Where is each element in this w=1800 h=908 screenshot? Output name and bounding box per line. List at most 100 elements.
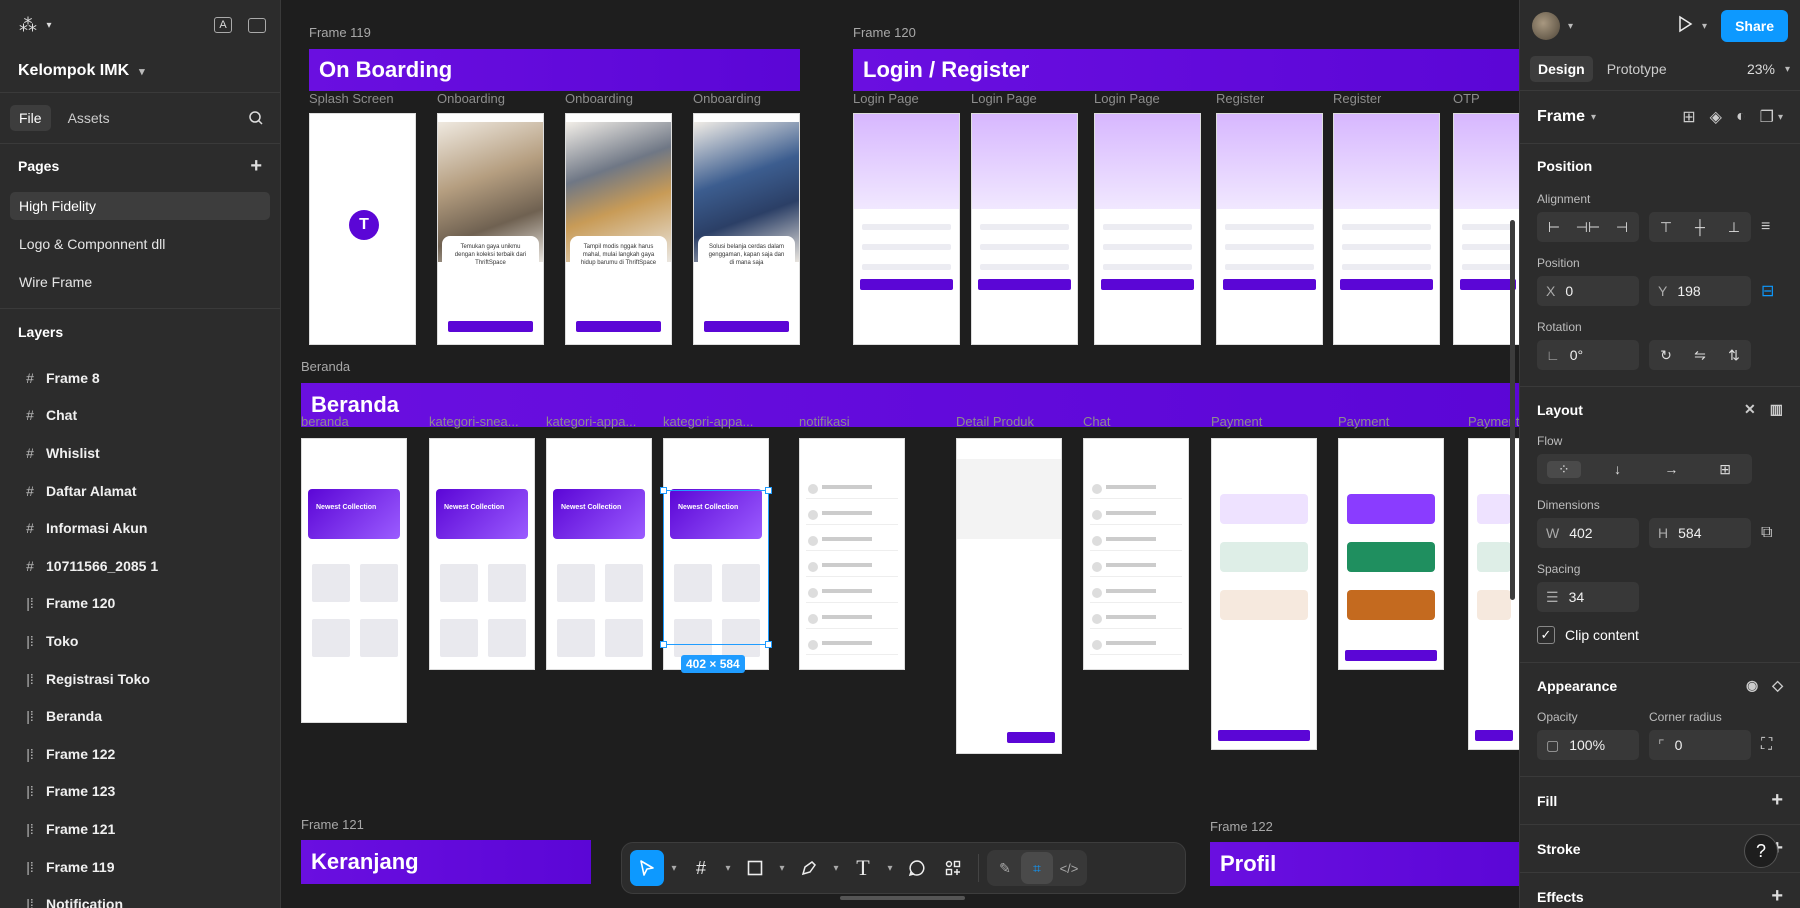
share-button[interactable]: Share — [1721, 10, 1788, 42]
beranda-screen-frame[interactable]: Newest Collection — [546, 438, 652, 670]
frame-label[interactable]: Frame 121 — [301, 817, 364, 832]
flow-horizontal-icon[interactable]: → — [1654, 461, 1688, 477]
rotate-icon[interactable]: ↻ — [1649, 347, 1683, 364]
chevron-down-icon[interactable]: ▾ — [1778, 112, 1783, 123]
blend-mode-icon[interactable]: ◇ — [1772, 677, 1783, 694]
onboarding-frame[interactable]: Solusi belanja cerdas dalam genggaman, k… — [693, 113, 800, 345]
beranda-screen-frame[interactable]: Newest Collection — [301, 438, 407, 723]
login-screen-frame[interactable] — [1094, 113, 1201, 345]
align-top-icon[interactable]: ⊤ — [1649, 219, 1683, 236]
corner-radius-field[interactable]: ⌜ 0 — [1649, 730, 1751, 760]
dev-mode-icon[interactable]: </> — [1053, 852, 1085, 884]
layer-item[interactable]: |⁞ Frame 122 — [0, 735, 280, 773]
resize-handle[interactable] — [765, 641, 772, 648]
layer-item[interactable]: |⁞ Beranda — [0, 697, 280, 735]
add-fill-icon[interactable]: + — [1771, 789, 1783, 812]
height-field[interactable]: H 584 — [1649, 518, 1751, 548]
page-item-wire-frame[interactable]: Wire Frame — [10, 268, 270, 296]
effects-section[interactable]: Effects + — [1520, 873, 1800, 908]
chevron-down-icon[interactable]: ▾ — [1591, 112, 1596, 123]
section-title-login-register[interactable]: Login / Register — [853, 49, 1519, 91]
layer-item[interactable]: |⁞ Registrasi Toko — [0, 660, 280, 698]
add-effect-icon[interactable]: + — [1771, 885, 1783, 908]
clip-content-checkbox[interactable]: ✓ — [1537, 626, 1555, 644]
onboarding-frame[interactable]: Tampil modis nggak harus mahal, mulai la… — [565, 113, 672, 345]
rectangle-tool-icon[interactable] — [738, 850, 772, 886]
figma-menu-icon[interactable]: ⁂ — [14, 11, 42, 39]
login-screen-frame[interactable] — [853, 113, 960, 345]
layer-item[interactable]: |⁞ Frame 120 — [0, 585, 280, 623]
align-left-icon[interactable]: ⊢ — [1537, 219, 1571, 236]
tab-assets[interactable]: Assets — [59, 105, 119, 131]
avatar[interactable] — [1532, 12, 1560, 40]
component-icon[interactable]: ◈ — [1710, 107, 1722, 127]
align-right-icon[interactable]: ⊣ — [1605, 219, 1639, 236]
align-bottom-icon[interactable]: ⊥ — [1717, 219, 1751, 236]
fill-section[interactable]: Fill + — [1520, 777, 1800, 824]
flow-vertical-icon[interactable]: ↓ — [1601, 461, 1635, 477]
chevron-down-icon[interactable]: ▾ — [828, 850, 844, 886]
independent-corners-icon[interactable]: ⛶ — [1761, 736, 1772, 754]
chevron-down-icon[interactable]: ▾ — [774, 850, 790, 886]
chevron-down-icon[interactable]: ▾ — [666, 850, 682, 886]
x-position-field[interactable]: X 0 — [1537, 276, 1639, 306]
beranda-screen-frame[interactable] — [799, 438, 905, 670]
frame-label[interactable]: Frame 120 — [853, 25, 916, 40]
layer-item[interactable]: |⁞ Frame 119 — [0, 848, 280, 886]
section-title-profil[interactable]: Profil — [1210, 842, 1519, 886]
page-item-logo-component[interactable]: Logo & Componnent dll — [10, 230, 270, 258]
layer-item[interactable]: # Daftar Alamat — [0, 472, 280, 510]
flow-grid-icon[interactable]: ⊞ — [1708, 461, 1742, 478]
present-play-icon[interactable] — [1676, 15, 1694, 38]
clip-content-row[interactable]: ✓ Clip content — [1537, 626, 1783, 644]
width-field[interactable]: W 402 — [1537, 518, 1639, 548]
layer-item[interactable]: |⁞ Toko — [0, 622, 280, 660]
help-button[interactable]: ? — [1744, 834, 1778, 868]
layer-item[interactable]: |⁞ Notification — [0, 885, 280, 908]
align-middle-icon[interactable]: ┼ — [1683, 219, 1717, 235]
beranda-screen-frame[interactable] — [1338, 438, 1444, 670]
ui3-toggle-icon[interactable]: A — [214, 17, 232, 33]
resize-to-fit-icon[interactable]: ⧉ — [1761, 524, 1772, 542]
opacity-field[interactable]: ▢ 100% — [1537, 730, 1639, 760]
section-title-on-boarding[interactable]: On Boarding — [309, 49, 800, 91]
sidebar-toggle-icon[interactable] — [248, 17, 266, 33]
login-screen-frame[interactable] — [971, 113, 1078, 345]
align-center-h-icon[interactable]: ⊣⊢ — [1571, 219, 1605, 236]
page-item-high-fidelity[interactable]: High Fidelity — [10, 192, 270, 220]
add-page-icon[interactable]: + — [250, 155, 262, 178]
frame-label[interactable]: Beranda — [301, 359, 350, 374]
layer-item[interactable]: |⁞ Frame 121 — [0, 810, 280, 848]
visibility-eye-icon[interactable]: ◉ — [1746, 677, 1758, 694]
chevron-down-icon[interactable]: ▾ — [42, 11, 56, 39]
chevron-down-icon[interactable]: ▾ — [1785, 64, 1790, 75]
layer-item[interactable]: #10711566_2085 1 — [0, 547, 280, 585]
auto-layout-grid-icon[interactable]: ⊞ — [1682, 107, 1695, 127]
rotation-field[interactable]: ∟ 0° — [1537, 340, 1639, 370]
tab-design[interactable]: Design — [1530, 56, 1593, 82]
chevron-down-icon[interactable]: ▾ — [1702, 21, 1707, 32]
remove-auto-layout-icon[interactable]: ✕ — [1744, 401, 1756, 418]
frame-type-label[interactable]: Frame — [1537, 108, 1585, 126]
flow-freeform-icon[interactable]: ⁘ — [1546, 460, 1581, 478]
resize-handle[interactable] — [660, 641, 667, 648]
draw-mode-icon[interactable]: ✎ — [989, 852, 1021, 884]
splash-screen-frame[interactable]: T — [309, 113, 416, 345]
chevron-down-icon[interactable]: ▾ — [1568, 21, 1573, 32]
frame-label[interactable]: Frame 119 — [309, 25, 371, 40]
beranda-screen-frame[interactable] — [1211, 438, 1317, 750]
layer-item[interactable]: # Informasi Akun — [0, 509, 280, 547]
zoom-level[interactable]: 23% — [1747, 61, 1775, 77]
spacing-field[interactable]: ☰ 34 — [1537, 582, 1639, 612]
onboarding-frame[interactable]: Temukan gaya unikmu dengan koleksi terba… — [437, 113, 544, 345]
layer-item[interactable]: # Frame 8 — [0, 359, 280, 397]
beranda-screen-frame[interactable] — [1083, 438, 1189, 670]
search-icon[interactable] — [242, 104, 270, 132]
beranda-screen-frame[interactable]: Newest Collection — [429, 438, 535, 670]
tab-prototype[interactable]: Prototype — [1599, 56, 1675, 82]
comment-tool-icon[interactable] — [900, 850, 934, 886]
tab-file[interactable]: File — [10, 105, 51, 131]
layer-item[interactable]: # Chat — [0, 397, 280, 435]
pen-tool-icon[interactable] — [792, 850, 826, 886]
mask-icon[interactable]: ◐ — [1736, 108, 1746, 126]
